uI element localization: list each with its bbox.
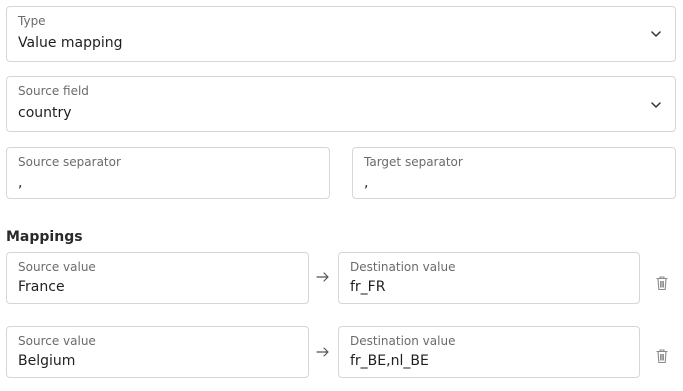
chevron-down-icon[interactable]: [649, 98, 663, 112]
source-value-label: Source value: [18, 334, 96, 348]
source-value-input[interactable]: Source value Belgium: [6, 326, 309, 378]
destination-value: fr_BE,nl_BE: [350, 353, 429, 369]
source-value-input[interactable]: Source value France: [6, 252, 309, 304]
source-field-value: country: [18, 105, 72, 121]
arrow-right-icon: [316, 347, 329, 357]
destination-value-input[interactable]: Destination value fr_BE,nl_BE: [338, 326, 640, 378]
source-separator-input[interactable]: Source separator ,: [6, 147, 330, 199]
type-select[interactable]: Type Value mapping: [6, 6, 676, 62]
type-label: Type: [18, 14, 46, 28]
mappings-title: Mappings: [6, 229, 83, 245]
trash-icon[interactable]: [655, 348, 669, 364]
source-value: Belgium: [18, 353, 76, 369]
destination-value-label: Destination value: [350, 334, 456, 348]
source-separator-value: ,: [18, 175, 23, 191]
type-value: Value mapping: [18, 35, 123, 51]
source-field-select[interactable]: Source field country: [6, 76, 676, 132]
destination-value-label: Destination value: [350, 260, 456, 274]
destination-value-input[interactable]: Destination value fr_FR: [338, 252, 640, 304]
source-value-label: Source value: [18, 260, 96, 274]
target-separator-label: Target separator: [364, 155, 463, 169]
source-field-label: Source field: [18, 84, 89, 98]
chevron-down-icon[interactable]: [649, 27, 663, 41]
source-value: France: [18, 279, 65, 295]
trash-icon[interactable]: [655, 275, 669, 291]
arrow-right-icon: [316, 272, 329, 282]
target-separator-input[interactable]: Target separator ,: [352, 147, 676, 199]
target-separator-value: ,: [364, 175, 369, 191]
destination-value: fr_FR: [350, 279, 386, 295]
source-separator-label: Source separator: [18, 155, 121, 169]
